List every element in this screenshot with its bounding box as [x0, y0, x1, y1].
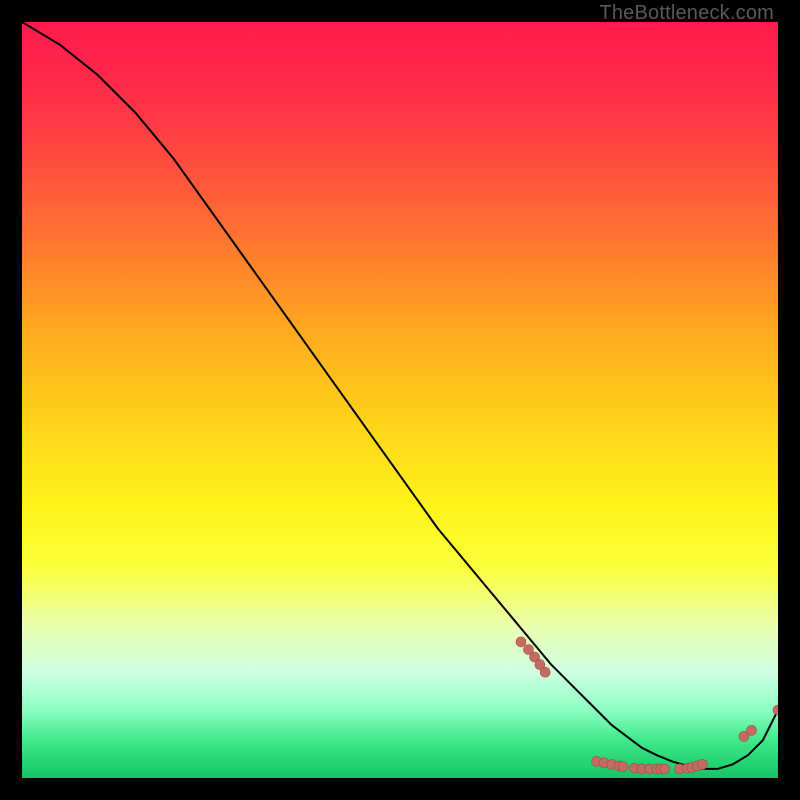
- bottleneck-curve: [22, 22, 778, 769]
- data-point: [618, 762, 628, 772]
- data-point: [697, 759, 707, 769]
- plot-area: [22, 22, 778, 778]
- data-point: [747, 725, 757, 735]
- data-point: [516, 637, 526, 647]
- data-markers: [516, 637, 778, 774]
- data-point: [540, 667, 550, 677]
- data-point: [773, 705, 778, 715]
- chart-svg: [22, 22, 778, 778]
- watermark-text: TheBottleneck.com: [599, 2, 774, 25]
- chart-frame: TheBottleneck.com: [0, 0, 800, 800]
- data-point: [660, 764, 670, 774]
